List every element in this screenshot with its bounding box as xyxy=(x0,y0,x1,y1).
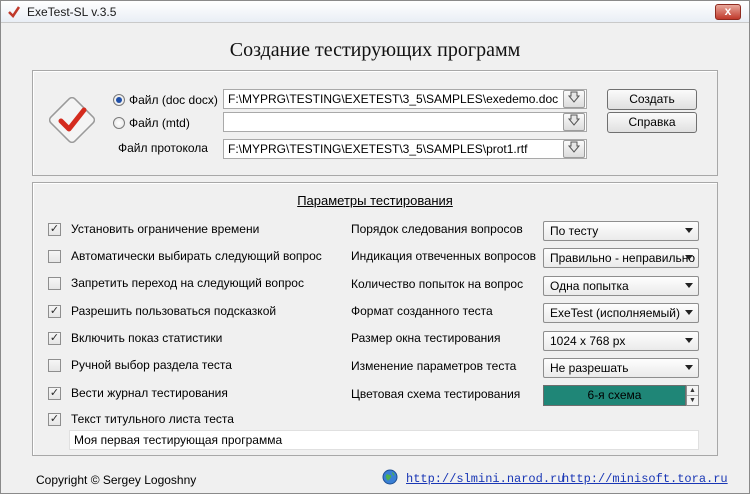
dropdown-arrow-icon xyxy=(685,365,693,370)
checkbox-forbid-next[interactable] xyxy=(48,276,61,290)
option-label: Ручной выбор раздела теста xyxy=(71,358,232,372)
setting-label-order: Порядок следования вопросов xyxy=(351,222,523,236)
select-value: Правильно - неправильно xyxy=(550,251,696,265)
dropdown-arrow-icon xyxy=(685,283,693,288)
globe-icon xyxy=(382,469,398,485)
color-scheme-field[interactable]: 6-я схема xyxy=(543,385,686,406)
option-label: Установить ограничение времени xyxy=(71,222,260,236)
option-forbid-next[interactable]: Запретить переход на следующий вопрос xyxy=(48,275,304,291)
option-title-page[interactable]: ✓ Текст титульного листа теста xyxy=(48,411,234,427)
checkbox-journal[interactable]: ✓ xyxy=(48,386,61,400)
option-manual-section[interactable]: Ручной выбор раздела теста xyxy=(48,357,232,373)
select-value: Не разрешать xyxy=(550,361,629,375)
params-title: Параметры тестирования xyxy=(297,193,453,208)
page-title: Создание тестирующих программ xyxy=(229,39,521,61)
file-doc-radio[interactable]: Файл (doc docx) xyxy=(113,92,218,108)
checkbox-auto-next[interactable] xyxy=(48,249,61,263)
browse-protocol-button[interactable] xyxy=(563,140,585,158)
option-auto-next[interactable]: Автоматически выбирать следующий вопрос xyxy=(48,248,322,264)
setting-label-color-scheme: Цветовая схема тестирования xyxy=(351,387,521,401)
help-button[interactable]: Справка xyxy=(607,112,697,133)
download-arrow-icon xyxy=(567,141,581,153)
option-label: Текст титульного листа теста xyxy=(71,412,234,426)
file-mtd-label: Файл (mtd) xyxy=(129,116,190,130)
download-arrow-icon xyxy=(567,91,581,103)
attempts-select[interactable]: Одна попытка xyxy=(543,276,699,296)
change-params-select[interactable]: Не разрешать xyxy=(543,358,699,378)
download-arrow-icon xyxy=(567,114,581,126)
test-format-select[interactable]: ExeTest (исполняемый) xyxy=(543,303,699,323)
select-value: По тесту xyxy=(550,224,599,238)
app-window: ExeTest-SL v.3.5 x Создание тестирующих … xyxy=(0,0,750,494)
window-size-select[interactable]: 1024 x 768 px xyxy=(543,331,699,351)
option-hints[interactable]: ✓ Разрешить пользоваться подсказкой xyxy=(48,303,276,319)
spin-up-icon[interactable]: ▲ xyxy=(687,386,698,396)
checkbox-time-limit[interactable]: ✓ xyxy=(48,222,61,236)
option-journal[interactable]: ✓ Вести журнал тестирования xyxy=(48,385,228,401)
select-value: Одна попытка xyxy=(550,279,629,293)
option-statistics[interactable]: ✓ Включить показ статистики xyxy=(48,330,222,346)
option-label: Разрешить пользоваться подсказкой xyxy=(71,304,277,318)
option-label: Вести журнал тестирования xyxy=(71,386,228,400)
file-doc-label: Файл (doc docx) xyxy=(129,93,218,107)
protocol-label: Файл протокола xyxy=(118,141,208,155)
setting-label-indication: Индикация отвеченных вопросов xyxy=(351,249,537,263)
file-mtd-radio[interactable]: Файл (mtd) xyxy=(113,115,190,131)
copyright-text: Copyright © Sergey Logoshny xyxy=(36,473,197,487)
dropdown-arrow-icon xyxy=(685,255,693,260)
spin-down-icon[interactable]: ▼ xyxy=(687,396,698,406)
color-scheme-spinner[interactable]: ▲ ▼ xyxy=(686,385,699,406)
setting-label-format: Формат созданного теста xyxy=(351,304,493,318)
create-button[interactable]: Создать xyxy=(607,89,697,110)
setting-label-attempts: Количество попыток на вопрос xyxy=(351,277,524,291)
answer-indication-select[interactable]: Правильно - неправильно xyxy=(543,248,699,268)
title-page-text-input[interactable]: Моя первая тестирующая программа xyxy=(69,430,699,450)
select-value: ExeTest (исполняемый) xyxy=(550,306,681,320)
link-slmini[interactable]: http://slmini.narod.ru xyxy=(406,472,564,486)
option-label: Автоматически выбирать следующий вопрос xyxy=(71,249,322,263)
radio-dot-doc[interactable] xyxy=(113,94,125,106)
app-checkmark-icon xyxy=(8,6,21,18)
browse-doc-button[interactable] xyxy=(563,90,585,108)
dropdown-arrow-icon xyxy=(685,228,693,233)
select-value: 1024 x 768 px xyxy=(550,334,626,348)
checkbox-manual-section[interactable] xyxy=(48,358,61,372)
dropdown-arrow-icon xyxy=(685,310,693,315)
option-label: Включить показ статистики xyxy=(71,331,223,345)
checkbox-hints[interactable]: ✓ xyxy=(48,304,61,318)
browse-mtd-button[interactable] xyxy=(563,113,585,131)
close-button[interactable]: x xyxy=(715,4,741,20)
file-doc-input[interactable]: F:\MYPRG\TESTING\EXETEST\3_5\SAMPLES\exe… xyxy=(223,89,587,109)
checkbox-title-page[interactable]: ✓ xyxy=(48,412,61,426)
option-label: Запретить переход на следующий вопрос xyxy=(71,276,304,290)
question-order-select[interactable]: По тесту xyxy=(543,221,699,241)
setting-label-window-size: Размер окна тестирования xyxy=(351,331,501,345)
file-mtd-input[interactable] xyxy=(223,112,587,132)
protocol-input[interactable]: F:\MYPRG\TESTING\EXETEST\3_5\SAMPLES\pro… xyxy=(223,139,587,159)
link-minisoft[interactable]: http://minisoft.tora.ru xyxy=(562,472,728,486)
dropdown-arrow-icon xyxy=(685,338,693,343)
app-logo-icon xyxy=(49,97,95,143)
title-bar: ExeTest-SL v.3.5 x xyxy=(1,1,749,23)
option-time-limit[interactable]: ✓ Установить ограничение времени xyxy=(48,221,259,237)
window-title: ExeTest-SL v.3.5 xyxy=(27,5,117,19)
checkbox-statistics[interactable]: ✓ xyxy=(48,331,61,345)
radio-dot-mtd[interactable] xyxy=(113,117,125,129)
setting-label-change-params: Изменение параметров теста xyxy=(351,359,517,373)
